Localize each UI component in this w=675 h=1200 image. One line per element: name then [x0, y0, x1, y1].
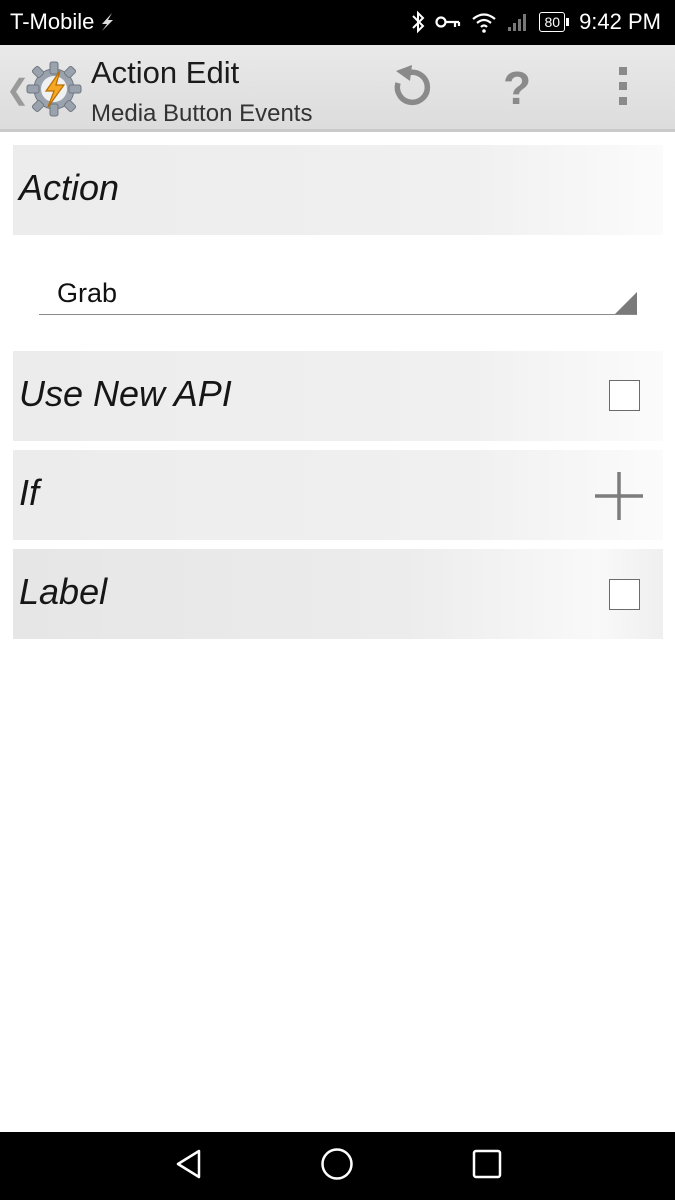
nav-recents-button[interactable]: [467, 1146, 507, 1186]
page-title: Action Edit: [91, 55, 240, 90]
status-bar: T-Mobile 80 9:42 PM: [0, 0, 675, 45]
wifi-icon: [471, 11, 497, 33]
overflow-menu-button[interactable]: [593, 57, 653, 119]
refresh-button[interactable]: [382, 57, 442, 119]
navigation-bar: [0, 1132, 675, 1200]
if-row: If: [13, 450, 663, 540]
label-checkbox[interactable]: [609, 579, 640, 610]
key-icon: [435, 14, 461, 30]
bluetooth-icon: [411, 10, 425, 34]
action-spinner-value: Grab: [57, 278, 118, 308]
action-spinner[interactable]: Grab: [39, 268, 637, 315]
use-new-api-row[interactable]: Use New API: [13, 351, 663, 441]
nav-home-button[interactable]: [317, 1146, 357, 1186]
recents-square-icon: [472, 1149, 502, 1184]
battery-level: 80: [544, 13, 561, 30]
carrier-label: T-Mobile: [10, 9, 95, 34]
label-row[interactable]: Label: [13, 549, 663, 639]
spinner-arrow-icon: [615, 292, 637, 314]
action-row: Action: [13, 145, 663, 235]
nav-back-button[interactable]: [168, 1146, 208, 1186]
charging-bolt-icon: [98, 12, 116, 32]
if-label: If: [19, 472, 40, 513]
help-icon: ?: [502, 62, 532, 114]
page-subtitle: Media Button Events: [91, 100, 313, 127]
back-triangle-icon: [173, 1148, 203, 1185]
label-label: Label: [19, 571, 108, 612]
home-circle-icon: [320, 1147, 354, 1186]
action-bar: ❮ Action Edit Media Button Events ?: [0, 45, 675, 132]
use-new-api-checkbox[interactable]: [609, 380, 640, 411]
clock: 9:42 PM: [579, 9, 661, 34]
help-button[interactable]: ?: [487, 57, 547, 119]
tasker-logo[interactable]: [24, 59, 84, 119]
add-condition-icon[interactable]: [593, 470, 645, 522]
refresh-icon: [388, 61, 436, 116]
overflow-menu-icon: [616, 65, 630, 112]
battery-icon: 80: [539, 12, 569, 32]
status-bar-right: 80 9:42 PM: [411, 9, 661, 35]
action-label: Action: [19, 167, 120, 208]
status-bar-left: T-Mobile: [10, 9, 116, 35]
use-new-api-label: Use New API: [19, 373, 232, 414]
signal-icon: [507, 12, 529, 32]
